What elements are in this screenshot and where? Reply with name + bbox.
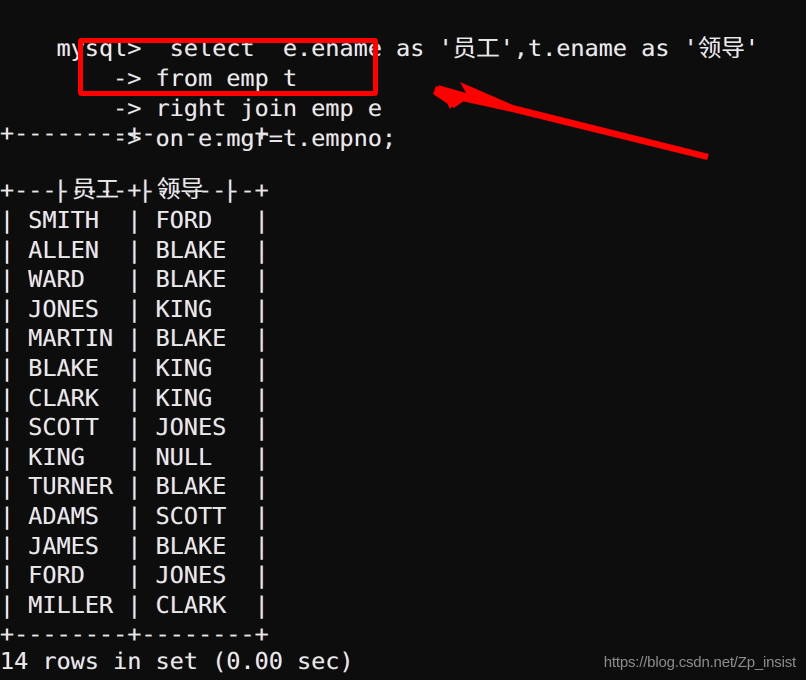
table-row: | TURNER | BLAKE | bbox=[0, 472, 269, 501]
table-row: | KING | NULL | bbox=[0, 442, 269, 471]
table-row: | MARTIN | BLAKE | bbox=[0, 324, 269, 353]
table-row: | MILLER | CLARK | bbox=[0, 590, 269, 619]
mysql-terminal-window[interactable]: mysql> select e.ename as '员工',t.ename as… bbox=[0, 0, 806, 680]
table-row: | WARD | BLAKE | bbox=[0, 265, 269, 294]
table-row: | ALLEN | BLAKE | bbox=[0, 235, 269, 264]
table-row: | ADAMS | SCOTT | bbox=[0, 502, 269, 530]
table-bottom-border: +--------+--------+ bbox=[0, 620, 269, 648]
table-row: | SMITH | FORD | bbox=[0, 206, 269, 234]
table-row: | FORD | JONES | bbox=[0, 561, 269, 590]
csdn-watermark: https://blog.csdn.net/Zp_insist bbox=[603, 654, 796, 671]
status-line: 14 rows in set (0.00 sec) bbox=[0, 647, 354, 675]
table-row: | CLARK | KING | bbox=[0, 383, 269, 412]
table-row: | SCOTT | JONES | bbox=[0, 413, 269, 442]
table-row: | JONES | KING | bbox=[0, 294, 269, 323]
table-header-separator: +--------+--------+ bbox=[0, 176, 269, 204]
table-row: | BLAKE | KING | bbox=[0, 354, 269, 382]
table-row: | JAMES | BLAKE | bbox=[0, 531, 269, 560]
